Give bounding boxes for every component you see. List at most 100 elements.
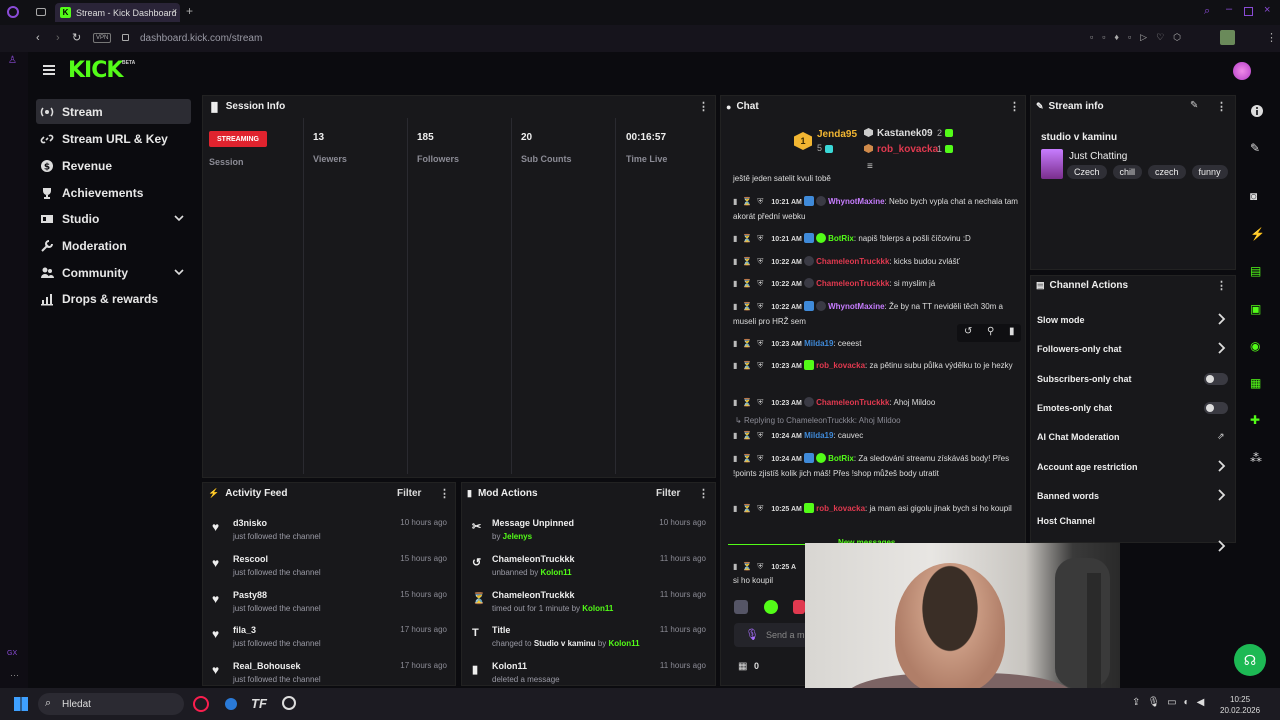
microphone-icon[interactable]: 🎙: [745, 628, 759, 641]
sidebar-item-achievements[interactable]: Achievements: [36, 180, 191, 205]
follower-name[interactable]: Rescool: [233, 554, 268, 564]
sidebar-item-stream[interactable]: Stream: [36, 99, 191, 124]
detail-user[interactable]: Kolon11: [541, 568, 572, 577]
chat-username[interactable]: ChameleonTruckkk: [816, 257, 889, 266]
support-button[interactable]: ☊: [1234, 644, 1266, 676]
leader-name[interactable]: rob_kovacka: [877, 144, 938, 155]
close-tab-icon[interactable]: ×: [172, 6, 177, 16]
chevron-right-icon[interactable]: [1217, 341, 1227, 355]
leader-name[interactable]: Kastanek09: [877, 128, 933, 139]
more-options-icon[interactable]: ⋮: [1216, 279, 1227, 292]
mod-tools-icons[interactable]: ▮⏳⛨: [733, 337, 768, 351]
emotes-only-toggle[interactable]: [1204, 402, 1228, 414]
windows-start-icon[interactable]: [14, 697, 28, 711]
red-emote-icon[interactable]: [793, 600, 805, 614]
activity-filter-button[interactable]: Filter: [397, 488, 421, 499]
category-name[interactable]: Just Chatting: [1069, 151, 1127, 162]
edit-icon[interactable]: ✎: [1250, 141, 1264, 155]
chat-message[interactable]: ▮⏳⛨ 10:25 AM rob_kovacka: ja mam asi gigo…: [733, 502, 1018, 517]
mod-actions-icon[interactable]: ▦: [1250, 376, 1264, 390]
kick-logo[interactable]: KICK: [68, 58, 123, 83]
gx-icon[interactable]: GX: [7, 650, 17, 657]
sidebar-item-stream-url-key[interactable]: Stream URL & Key: [36, 126, 191, 151]
back-icon[interactable]: ‹: [36, 32, 40, 44]
reload-icon[interactable]: ↻: [72, 31, 81, 44]
chat-message[interactable]: ▮⏳⛨ 10:24 AM BotRix: Za sledování streamu…: [733, 452, 1018, 481]
mod-tools-icons[interactable]: ▮⏳⛨: [733, 232, 768, 246]
mod-filter-button[interactable]: Filter: [656, 488, 680, 499]
follower-name[interactable]: Pasty88: [233, 590, 267, 600]
external-link-icon[interactable]: ⇗: [1217, 431, 1225, 442]
vpn-badge[interactable]: VPN: [93, 33, 112, 43]
new-tab-icon[interactable]: +: [186, 4, 193, 18]
mod-tools-icons[interactable]: ▮⏳⛨: [733, 502, 768, 516]
chat-message[interactable]: ▮⏳⛨ 10:22 AM ChameleonTruckkk: kicks budo…: [733, 255, 1018, 270]
taskbar-search[interactable]: Hledat: [38, 693, 184, 715]
ai-moderation-row[interactable]: AI Chat Moderation: [1037, 432, 1120, 442]
opera-gx-taskbar-icon[interactable]: [193, 696, 209, 712]
tray-icons[interactable]: ⇪🎙▭◐◀: [1132, 697, 1211, 708]
follower-name[interactable]: Real_Bohousek: [233, 661, 301, 671]
chat-username[interactable]: Milda19: [804, 339, 833, 348]
search-tabs-icon[interactable]: ⌕: [1204, 5, 1210, 18]
slow-mode-row[interactable]: Slow mode: [1037, 315, 1085, 325]
collapse-leaderboard-icon[interactable]: ≡: [867, 161, 873, 172]
taskbar-clock[interactable]: 10:25 20.02.2026: [1220, 694, 1260, 716]
follower-name[interactable]: fila_3: [233, 625, 256, 635]
chevron-right-icon[interactable]: [1217, 488, 1227, 502]
host-channel-row[interactable]: Host Channel: [1037, 516, 1095, 526]
chat-message[interactable]: ▮⏳⛨ 10:24 AM Milda19: cauvec: [733, 429, 1018, 444]
more-options-icon[interactable]: ⋮: [698, 100, 709, 113]
subscribers-only-toggle[interactable]: [1204, 373, 1228, 385]
detail-user[interactable]: Studio v kaminu: [534, 639, 596, 648]
mod-tools-icons[interactable]: ▮⏳⛨: [733, 359, 768, 373]
detail-user[interactable]: Kolon11: [609, 639, 640, 648]
tag-chip[interactable]: Czech: [1067, 165, 1107, 179]
sidebar-item-studio[interactable]: Studio: [36, 206, 191, 231]
chevron-right-icon[interactable]: [1217, 539, 1227, 553]
profile-extension-icon[interactable]: [1220, 30, 1235, 45]
chat-username[interactable]: Milda19: [804, 431, 833, 440]
user-avatar[interactable]: [1233, 62, 1251, 80]
more-options-icon[interactable]: ⋮: [439, 487, 450, 500]
chevron-right-icon[interactable]: [1217, 312, 1227, 326]
aria-icon[interactable]: ♙: [8, 55, 17, 66]
mod-tools-icons[interactable]: ▮⏳⛨: [733, 255, 768, 269]
pin-icon[interactable]: ⚲: [987, 326, 994, 337]
sidebar-more-icon[interactable]: ⋯: [10, 670, 19, 681]
chat-icon[interactable]: ▣: [1250, 302, 1264, 316]
layout-icon[interactable]: ⁂: [1250, 451, 1264, 465]
chevron-right-icon[interactable]: [1217, 459, 1227, 473]
broadcast-icon[interactable]: ◉: [1250, 339, 1264, 353]
mod-tools-icons[interactable]: ▮⏳⛨: [733, 429, 768, 443]
forward-icon[interactable]: ›: [56, 32, 60, 44]
notes-icon[interactable]: ▤: [1250, 264, 1264, 278]
account-age-row[interactable]: Account age restriction: [1037, 462, 1138, 472]
minimize-icon[interactable]: –: [1226, 3, 1232, 15]
detail-user[interactable]: Jelenys: [503, 532, 532, 541]
chat-username[interactable]: BotRix: [828, 454, 854, 463]
tabs-icon[interactable]: [36, 8, 46, 16]
more-options-icon[interactable]: ⋮: [1216, 100, 1227, 113]
chevron-down-icon[interactable]: [173, 212, 185, 224]
mod-tools-icons[interactable]: ▮⏳⛨: [733, 277, 768, 291]
leader-name[interactable]: Jenda95: [817, 129, 857, 140]
opera-icon[interactable]: [7, 6, 19, 18]
wrench-icon[interactable]: ✚: [1250, 413, 1264, 427]
chat-username[interactable]: WhynotMaxine: [828, 302, 884, 311]
sidebar-item-revenue[interactable]: $ Revenue: [36, 153, 191, 178]
category-thumbnail[interactable]: [1041, 149, 1063, 179]
chat-username[interactable]: rob_kovacka: [816, 361, 865, 370]
chevron-down-icon[interactable]: [173, 266, 185, 278]
tag-chip[interactable]: chill: [1112, 165, 1143, 179]
chat-message[interactable]: ▮⏳⛨ 10:22 AM ChameleonTruckkk: si myslim …: [733, 277, 1018, 292]
more-options-icon[interactable]: ⋮: [1009, 100, 1020, 113]
delete-icon[interactable]: ▮: [1009, 326, 1015, 337]
user-emote-icon[interactable]: [734, 600, 748, 614]
banned-words-row[interactable]: Banned words: [1037, 491, 1099, 501]
tf-taskbar-icon[interactable]: TF: [251, 696, 267, 711]
kick-emote-icon[interactable]: [764, 600, 778, 614]
info-icon[interactable]: [1250, 104, 1264, 118]
mod-tools-icons[interactable]: ▮⏳⛨: [733, 300, 768, 314]
chat-message[interactable]: ještě jeden satelit kvuli tobě: [733, 172, 1018, 186]
